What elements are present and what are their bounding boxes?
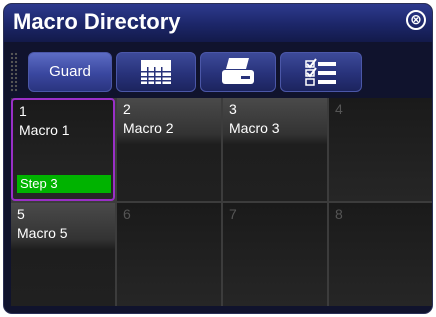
toolbar: Guard xyxy=(4,42,432,98)
macro-number: 4 xyxy=(335,101,343,117)
macro-name: Macro 1 xyxy=(19,122,70,138)
macro-cell-7[interactable]: 7 xyxy=(223,203,327,306)
macro-cell-5[interactable]: 5 Macro 5 xyxy=(11,203,115,306)
macro-name: Macro 5 xyxy=(17,225,68,241)
macro-number: 7 xyxy=(229,206,237,222)
window-title: Macro Directory xyxy=(13,9,181,34)
macro-number: 1 xyxy=(19,103,27,119)
macro-cell-1[interactable]: 1 Macro 1 Step 3 xyxy=(11,98,115,201)
macro-number: 3 xyxy=(229,101,237,117)
macro-cell-6[interactable]: 6 xyxy=(117,203,221,306)
checklist-icon xyxy=(305,58,336,86)
print-button[interactable] xyxy=(200,52,276,92)
macro-number: 6 xyxy=(123,206,131,222)
spreadsheet-grid-icon xyxy=(141,60,171,84)
macro-step-indicator: Step 3 xyxy=(17,175,111,193)
macro-number: 8 xyxy=(335,206,343,222)
title-bar[interactable]: Macro Directory ⊗ xyxy=(4,4,432,42)
macro-number: 2 xyxy=(123,101,131,117)
macro-directory-window: Macro Directory ⊗ Guard 1 Macro 1 Step 3… xyxy=(3,3,433,314)
printer-icon xyxy=(222,58,254,84)
macro-number: 5 xyxy=(17,206,25,222)
sheet-view-button[interactable] xyxy=(116,52,196,92)
macro-name: Macro 2 xyxy=(123,120,174,136)
macro-cell-3[interactable]: 3 Macro 3 xyxy=(223,98,327,201)
checklist-button[interactable] xyxy=(280,52,362,92)
close-icon[interactable]: ⊗ xyxy=(406,10,426,30)
macro-cell-8[interactable]: 8 xyxy=(329,203,432,306)
macro-cell-4[interactable]: 4 xyxy=(329,98,432,201)
grip-icon[interactable] xyxy=(10,52,18,92)
guard-button[interactable]: Guard xyxy=(28,52,112,92)
macro-name: Macro 3 xyxy=(229,120,280,136)
macro-grid: 1 Macro 1 Step 3 2 Macro 2 3 Macro 3 4 5… xyxy=(11,98,432,306)
macro-cell-2[interactable]: 2 Macro 2 xyxy=(117,98,221,201)
